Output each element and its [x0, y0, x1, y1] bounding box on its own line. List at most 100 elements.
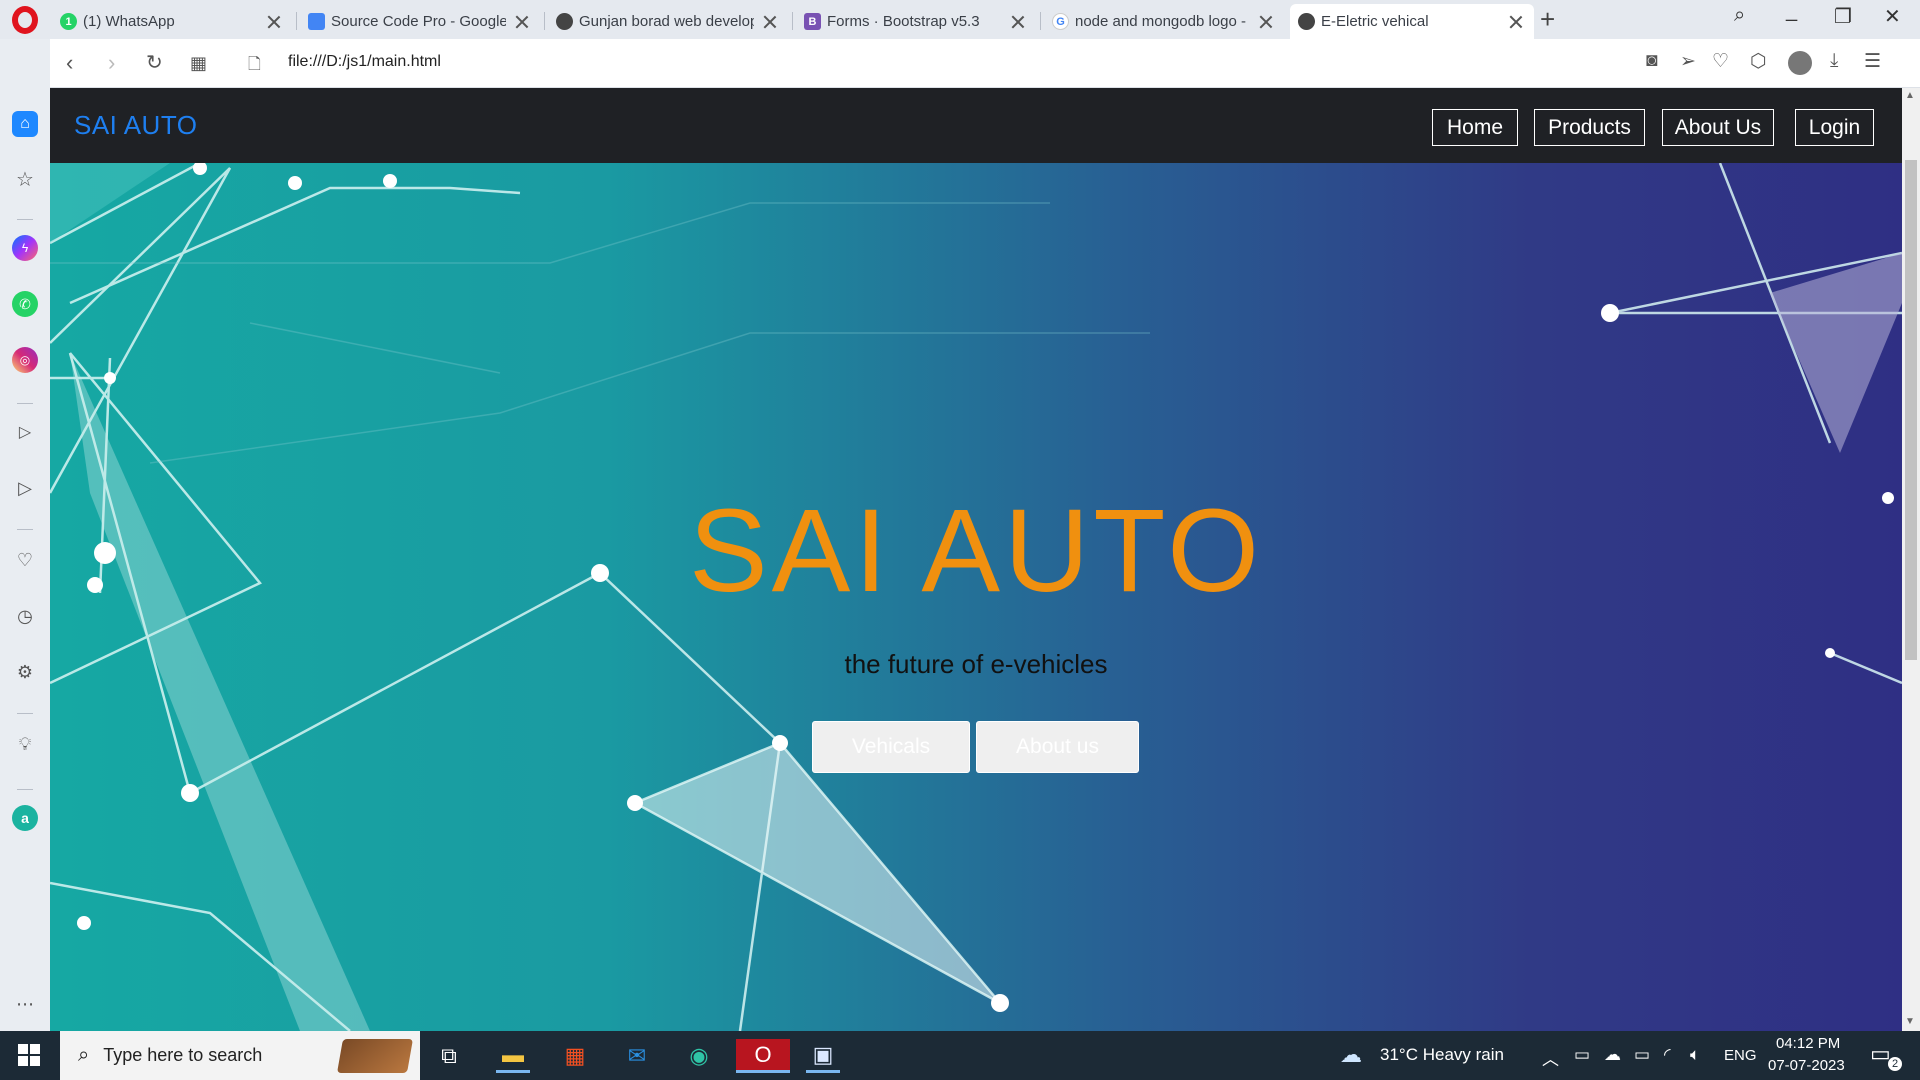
- hero-subtitle: the future of e-vehicles: [844, 649, 1108, 679]
- edge-browser-icon[interactable]: ◉: [682, 1039, 716, 1073]
- google-fonts-icon: [308, 13, 325, 30]
- windows-start-icon[interactable]: [18, 1044, 40, 1066]
- nav-login-button[interactable]: Login: [1795, 109, 1874, 146]
- tab-source-code-pro[interactable]: Source Code Pro - Google F: [300, 4, 540, 39]
- tab-bootstrap-forms[interactable]: B Forms · Bootstrap v5.3: [796, 4, 1036, 39]
- onedrive-cloud-icon[interactable]: ☁: [1604, 1045, 1621, 1065]
- tab-strip: 1 (1) WhatsApp Source Code Pro - Google …: [0, 0, 1920, 39]
- more-dots-icon[interactable]: ⋯: [12, 991, 38, 1017]
- opera-taskbar-icon[interactable]: O: [736, 1039, 790, 1073]
- app-window-icon[interactable]: ▣: [806, 1039, 840, 1073]
- reload-icon[interactable]: ↻: [146, 51, 163, 75]
- weather-cloud-icon[interactable]: ☁: [1340, 1042, 1362, 1068]
- whatsapp-icon: 1: [60, 13, 77, 30]
- close-icon[interactable]: [1010, 14, 1026, 30]
- scrollbar-thumb[interactable]: [1905, 160, 1917, 660]
- tab-separator: [296, 12, 297, 30]
- chocolate-search-highlight-icon: [337, 1039, 413, 1073]
- back-icon[interactable]: ‹: [66, 51, 73, 75]
- extensions-cube-icon[interactable]: ⬡: [1750, 50, 1767, 73]
- tab-separator: [544, 12, 545, 30]
- window-close-icon[interactable]: ✕: [1884, 4, 1901, 29]
- sidebar-separator: [17, 713, 33, 714]
- heart-icon[interactable]: ♡: [12, 547, 38, 573]
- notification-count: 2: [1888, 1057, 1902, 1071]
- scroll-down-icon[interactable]: ▼: [1905, 1016, 1915, 1027]
- task-view-icon[interactable]: ⧉: [432, 1039, 466, 1073]
- player-icon[interactable]: ▷: [12, 419, 38, 445]
- close-icon[interactable]: [1508, 14, 1524, 30]
- easy-setup-icon[interactable]: ☰: [1864, 50, 1881, 73]
- heart-icon[interactable]: ♡: [1712, 50, 1729, 73]
- sidebar-separator: [17, 529, 33, 530]
- bookmark-star-icon[interactable]: ☆: [12, 166, 38, 192]
- globe-icon: [1298, 13, 1315, 30]
- forward-icon[interactable]: ›: [108, 51, 115, 75]
- home-icon[interactable]: ⌂: [12, 111, 38, 137]
- snapshot-icon[interactable]: ◙: [1646, 50, 1657, 72]
- clock-date[interactable]: 07-07-2023: [1768, 1057, 1845, 1074]
- close-icon[interactable]: [514, 14, 530, 30]
- battery-icon[interactable]: ▭: [1634, 1045, 1650, 1065]
- search-icon: ⌕: [78, 1044, 90, 1066]
- minimize-icon[interactable]: _: [1786, 0, 1797, 23]
- sidebar-separator: [17, 403, 33, 404]
- tab-gunjan-borad[interactable]: Gunjan borad web develop: [548, 4, 788, 39]
- sidebar-separator: [17, 219, 33, 220]
- address-bar: ‹ › ↻ ▦ 🗋 file:///D:/js1/main.html ◙ ➢ ♡…: [50, 39, 1920, 88]
- sidebar-separator: [17, 789, 33, 790]
- weather-text[interactable]: 31°C Heavy rain: [1380, 1045, 1504, 1065]
- volume-icon[interactable]: 🔈︎: [1690, 1045, 1700, 1065]
- mail-icon[interactable]: ✉: [620, 1039, 654, 1073]
- messenger-icon[interactable]: ϟ: [12, 235, 38, 261]
- lightbulb-icon[interactable]: 💡︎: [12, 731, 38, 757]
- vehicals-button[interactable]: Vehicals: [812, 721, 970, 773]
- hero-section: SAI AUTO the future of e-vehicles Vehica…: [50, 163, 1902, 1031]
- web-page: SAI AUTO Home Products About Us Login SA…: [50, 88, 1902, 1031]
- tab-separator: [1040, 12, 1041, 30]
- scroll-up-icon[interactable]: ▲: [1905, 90, 1915, 101]
- tab-node-mongodb[interactable]: G node and mongodb logo -: [1044, 4, 1284, 39]
- whatsapp-icon[interactable]: ✆: [12, 291, 38, 317]
- instagram-icon[interactable]: ◎: [12, 347, 38, 373]
- clock-time[interactable]: 04:12 PM: [1776, 1035, 1840, 1052]
- speed-dial-icon[interactable]: ▦: [190, 51, 207, 75]
- aria-icon[interactable]: a: [12, 805, 38, 831]
- nav-products-button[interactable]: Products: [1534, 109, 1645, 146]
- profile-avatar-icon[interactable]: [1788, 51, 1812, 75]
- close-icon[interactable]: [762, 14, 778, 30]
- search-tabs-icon[interactable]: ⌕: [1734, 4, 1745, 27]
- microsoft-store-icon[interactable]: ▦: [558, 1039, 592, 1073]
- windows-taskbar: ⌕ Type here to search ⧉ ▬ ▦ ✉ ◉ O ▣ ☁ 31…: [0, 1031, 1920, 1080]
- about-us-button[interactable]: About us: [976, 721, 1139, 773]
- settings-gear-icon[interactable]: ⚙: [12, 659, 38, 685]
- new-tab-button[interactable]: +: [1540, 6, 1555, 32]
- download-icon[interactable]: ⤓: [1830, 50, 1838, 72]
- close-icon[interactable]: [1258, 14, 1274, 30]
- browser-sidebar: ⌂ ☆ ϟ ✆ ◎ ▷ ▷ ♡ ◷ ⚙ 💡︎ a ⋯: [0, 39, 50, 1031]
- restore-icon[interactable]: ❐: [1834, 4, 1852, 29]
- wifi-icon[interactable]: ◜: [1664, 1045, 1671, 1065]
- google-icon: G: [1052, 13, 1069, 30]
- site-navbar: SAI AUTO Home Products About Us Login: [50, 88, 1902, 163]
- url-field[interactable]: file:///D:/js1/main.html: [288, 53, 441, 71]
- page-info-icon[interactable]: 🗋: [248, 53, 261, 77]
- close-icon[interactable]: [266, 14, 282, 30]
- meet-now-icon[interactable]: ▭: [1574, 1045, 1590, 1065]
- tab-e-eletric-vehical[interactable]: E-Eletric vehical: [1290, 4, 1534, 39]
- tab-separator: [792, 12, 793, 30]
- file-explorer-icon[interactable]: ▬: [496, 1039, 530, 1073]
- globe-icon: [556, 13, 573, 30]
- flow-send-icon[interactable]: ▷: [12, 475, 38, 501]
- nav-about-button[interactable]: About Us: [1662, 109, 1774, 146]
- language-indicator[interactable]: ENG: [1724, 1047, 1757, 1064]
- search-placeholder: Type here to search: [103, 1045, 263, 1065]
- opera-logo-icon[interactable]: [12, 6, 38, 34]
- site-brand[interactable]: SAI AUTO: [74, 110, 197, 141]
- send-icon[interactable]: ➢: [1680, 50, 1696, 73]
- history-clock-icon[interactable]: ◷: [12, 603, 38, 629]
- tray-expand-icon[interactable]: ︿: [1542, 1045, 1559, 1070]
- tab-whatsapp[interactable]: 1 (1) WhatsApp: [52, 4, 292, 39]
- nav-home-button[interactable]: Home: [1432, 109, 1518, 146]
- bootstrap-icon: B: [804, 13, 821, 30]
